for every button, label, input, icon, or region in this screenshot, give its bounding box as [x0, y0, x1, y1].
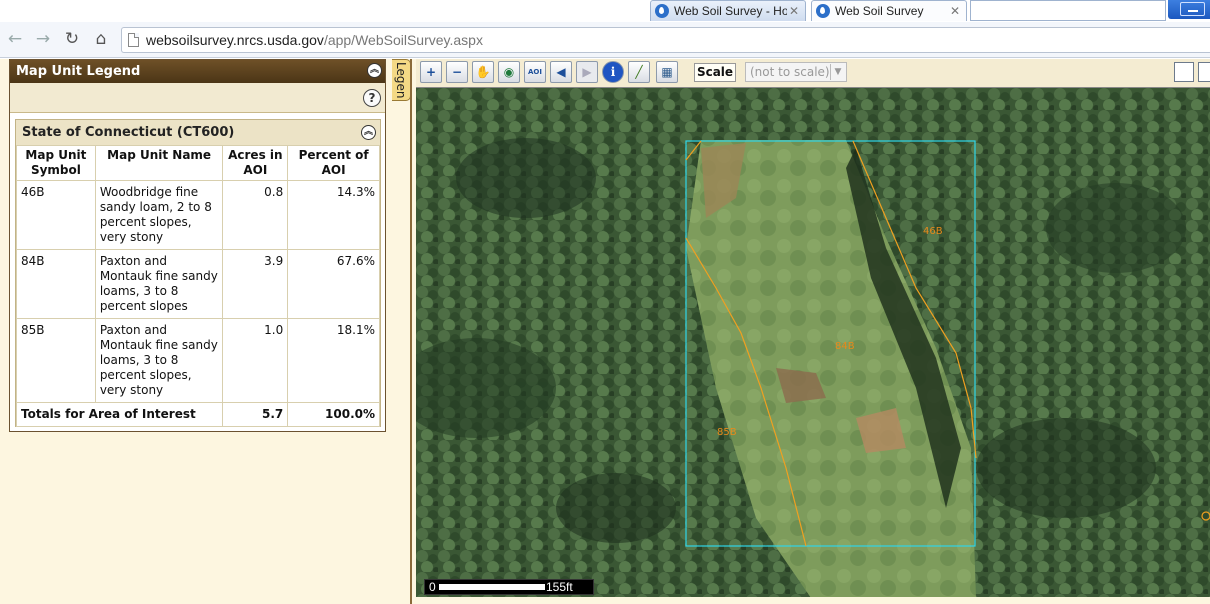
- home-icon[interactable]: ⌂: [90, 28, 112, 50]
- page-icon: [128, 33, 139, 47]
- scale-label: Scale: [694, 63, 736, 82]
- column-header-percent: Percent of AOI: [287, 145, 380, 181]
- panel-divider[interactable]: [410, 59, 412, 604]
- totals-row: Totals for Area of Interest 5.7 100.0%: [15, 402, 380, 427]
- url-host: websoilsurvey.nrcs.usda.gov: [146, 32, 324, 48]
- map-unit-name-link[interactable]: Paxton and Montauk fine sandy loams, 3 t…: [94, 318, 224, 403]
- back-arrow-icon[interactable]: ←: [4, 28, 26, 50]
- column-header-name: Map Unit Name: [94, 145, 224, 181]
- soil-label-84b[interactable]: 84B: [835, 341, 855, 352]
- state-header: State of Connecticut (CT600) ︽: [16, 120, 380, 145]
- map-unit-name-link[interactable]: Paxton and Montauk fine sandy loams, 3 t…: [94, 249, 224, 319]
- help-icon[interactable]: ?: [363, 89, 381, 107]
- column-header-acres: Acres in AOI: [222, 145, 289, 181]
- table-row: 85B Paxton and Montauk fine sandy loams,…: [16, 318, 380, 403]
- tab-close-icon[interactable]: ✕: [948, 4, 962, 18]
- totals-label: Totals for Area of Interest: [15, 402, 224, 427]
- totals-percent: 100.0%: [287, 402, 380, 427]
- browser-toolbar: ← → ↻ ⌂ websoilsurvey.nrcs.usda.gov/app/…: [0, 22, 1210, 58]
- tab-close-icon[interactable]: ✕: [787, 4, 801, 18]
- map-toolbar: + − ✋ ◉ AOI ◀ ▶ i ╱ ▦ Scale (not to scal…: [416, 59, 1210, 87]
- percent-value: 18.1%: [287, 318, 380, 403]
- zoom-out-icon[interactable]: −: [446, 61, 468, 83]
- reload-icon[interactable]: ↻: [61, 28, 83, 50]
- acres-value: 0.8: [222, 180, 289, 250]
- web-soil-survey-app: Map Unit Legend ︽ ? State of Connecticut…: [0, 59, 1210, 604]
- layout-icon[interactable]: [1174, 62, 1194, 82]
- layers-icon[interactable]: ▦: [656, 61, 678, 83]
- browser-tab-bar: Web Soil Survey - Home ✕ Web Soil Survey…: [0, 0, 1210, 22]
- scale-bar-distance: 155ft: [546, 580, 573, 594]
- table-header-row: Map Unit Symbol Map Unit Name Acres in A…: [16, 145, 380, 181]
- legend-side-tab[interactable]: Legend: [392, 59, 411, 101]
- map-unit-table: Map Unit Symbol Map Unit Name Acres in A…: [15, 145, 380, 427]
- measure-ruler-icon[interactable]: ╱: [628, 61, 650, 83]
- forward-arrow-icon[interactable]: →: [32, 28, 54, 50]
- state-legend-box: State of Connecticut (CT600) ︽ Map Unit …: [15, 119, 381, 427]
- scale-bar-segment: [439, 584, 545, 590]
- state-title: State of Connecticut (CT600): [22, 125, 235, 140]
- acres-value: 1.0: [222, 318, 289, 403]
- aerial-map[interactable]: 46B 84B 85B 0 155ft: [416, 87, 1210, 597]
- table-row: 46B Woodbridge fine sandy loam, 2 to 8 p…: [16, 180, 380, 250]
- column-header-symbol: Map Unit Symbol: [16, 145, 96, 181]
- collapse-state-icon[interactable]: ︽: [361, 125, 376, 140]
- map-unit-symbol: 46B: [16, 180, 96, 250]
- minimize-icon: [1180, 2, 1205, 16]
- percent-value: 67.6%: [287, 249, 380, 319]
- legend-header: Map Unit Legend ︽: [10, 60, 385, 83]
- totals-acres: 5.7: [222, 402, 289, 427]
- aoi-icon[interactable]: AOI: [524, 61, 546, 83]
- scale-select-value: (not to scale): [750, 65, 830, 79]
- scale-bar-zero: 0: [429, 580, 436, 594]
- wss-favicon-icon: [816, 4, 830, 18]
- tab-web-soil-survey-home[interactable]: Web Soil Survey - Home ✕: [650, 0, 806, 21]
- chevron-down-icon: ▼: [830, 64, 845, 80]
- map-unit-name-link[interactable]: Woodbridge fine sandy loam, 2 to 8 perce…: [94, 180, 224, 250]
- legend-toolbar: ?: [10, 83, 385, 113]
- table-row: 84B Paxton and Montauk fine sandy loams,…: [16, 249, 380, 319]
- legend-title: Map Unit Legend: [16, 64, 141, 79]
- tab-label: Web Soil Survey: [835, 4, 924, 18]
- full-extent-globe-icon[interactable]: ◉: [498, 61, 520, 83]
- map-canvas[interactable]: 46B 84B 85B: [416, 88, 1210, 597]
- map-unit-symbol: 84B: [16, 249, 96, 319]
- zoom-in-icon[interactable]: +: [420, 61, 442, 83]
- minimize-window-button[interactable]: [1168, 0, 1210, 19]
- scale-select[interactable]: (not to scale) ▼: [745, 62, 847, 82]
- pan-hand-icon[interactable]: ✋: [472, 61, 494, 83]
- legend-tab-label: Legend: [394, 62, 408, 98]
- url-path: /app/WebSoilSurvey.aspx: [323, 32, 483, 48]
- soil-label-46b[interactable]: 46B: [923, 226, 943, 237]
- map-unit-symbol: 85B: [16, 318, 96, 403]
- address-bar[interactable]: websoilsurvey.nrcs.usda.gov/app/WebSoilS…: [121, 27, 1210, 53]
- percent-value: 14.3%: [287, 180, 380, 250]
- back-arrow-icon[interactable]: ◀: [550, 61, 572, 83]
- identify-info-icon[interactable]: i: [602, 61, 624, 83]
- wss-favicon-icon: [655, 4, 669, 18]
- layout-alt-icon[interactable]: [1198, 62, 1210, 82]
- tab-web-soil-survey[interactable]: Web Soil Survey ✕: [811, 0, 967, 21]
- collapse-legend-icon[interactable]: ︽: [367, 63, 382, 78]
- map-unit-legend-panel: Map Unit Legend ︽ ? State of Connecticut…: [9, 59, 386, 432]
- tab-label: Web Soil Survey - Home: [674, 4, 787, 18]
- map-scale-bar: 0 155ft: [424, 579, 594, 595]
- forward-arrow-icon[interactable]: ▶: [576, 61, 598, 83]
- acres-value: 3.9: [222, 249, 289, 319]
- soil-label-85b[interactable]: 85B: [717, 427, 737, 438]
- new-tab-button[interactable]: [970, 0, 1166, 21]
